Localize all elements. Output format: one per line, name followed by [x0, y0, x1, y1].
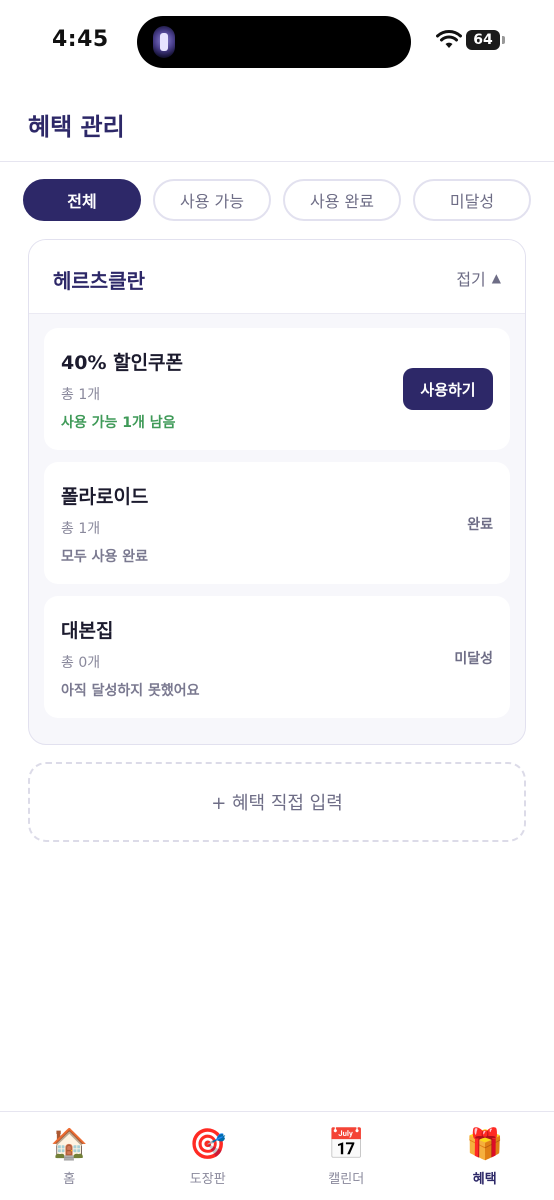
collapse-label: 접기 [456, 270, 486, 289]
benefit-status: 모두 사용 완료 [61, 549, 149, 565]
benefit-group-header: 헤르츠클란 접기 ▲ [29, 240, 525, 314]
dynamic-island [137, 16, 411, 68]
flashlight-icon [153, 26, 175, 58]
tab-available[interactable]: 사용 가능 [153, 179, 271, 221]
benefit-status: 사용 가능 1개 남음 [61, 415, 176, 431]
nav-item-calendar[interactable]: 📅 캘린더 [277, 1112, 415, 1200]
benefit-status: 아직 달성하지 못했어요 [61, 683, 200, 699]
completed-label: 완료 [467, 517, 493, 533]
house-icon: 🏠 [50, 1127, 88, 1162]
battery-icon: 64 [466, 30, 500, 50]
caret-up-icon: ▲ [491, 271, 501, 285]
collapse-toggle[interactable]: 접기 ▲ [456, 266, 501, 290]
not-achieved-label: 미달성 [454, 651, 493, 667]
nav-item-home[interactable]: 🏠 홈 [0, 1112, 138, 1200]
benefit-group-card: 헤르츠클란 접기 ▲ 40% 할인쿠폰 총 1개 사용 가능 1개 남음 사용하… [28, 239, 526, 745]
benefit-count: 총 1개 [61, 387, 101, 403]
benefit-name: 40% 할인쿠폰 [61, 352, 184, 374]
nav-label: 캘린더 [328, 1172, 365, 1187]
calendar-icon: 📅 [327, 1127, 365, 1162]
tab-all[interactable]: 전체 [23, 179, 141, 221]
benefit-item-coupon: 40% 할인쿠폰 총 1개 사용 가능 1개 남음 사용하기 [44, 328, 510, 450]
nav-label: 혜택 [472, 1172, 497, 1187]
benefit-item-script-book: 대본집 총 0개 아직 달성하지 못했어요 미달성 [44, 596, 510, 718]
benefit-count: 총 1개 [61, 521, 101, 537]
add-benefit-button[interactable]: + 혜택 직접 입력 [28, 762, 526, 842]
status-time: 4:45 [52, 27, 109, 52]
nav-item-benefits[interactable]: 🎁 혜택 [416, 1112, 554, 1200]
nav-label: 홈 [63, 1172, 76, 1187]
status-bar: 4:45 64 [0, 0, 554, 82]
filter-tabs: 전체 사용 가능 사용 완료 미달성 [23, 179, 531, 221]
benefit-name: 폴라로이드 [61, 486, 149, 508]
group-title: 헤르츠클란 [53, 269, 145, 293]
use-button[interactable]: 사용하기 [403, 368, 493, 410]
wifi-icon [436, 30, 462, 48]
nav-item-stamp-board[interactable]: 🎯 도장판 [139, 1112, 277, 1200]
benefit-item-polaroid: 폴라로이드 총 1개 모두 사용 완료 완료 [44, 462, 510, 584]
tab-used[interactable]: 사용 완료 [283, 179, 401, 221]
tab-not-achieved[interactable]: 미달성 [413, 179, 531, 221]
benefit-name: 대본집 [61, 620, 114, 642]
page-title: 혜택 관리 [28, 113, 125, 141]
dart-target-icon: 🎯 [189, 1127, 227, 1162]
benefit-count: 총 0개 [61, 655, 101, 671]
bottom-nav: 🏠 홈 🎯 도장판 📅 캘린더 🎁 혜택 [0, 1111, 554, 1200]
gift-icon: 🎁 [466, 1127, 504, 1162]
battery-tip [502, 36, 505, 44]
page-header: 혜택 관리 [0, 82, 554, 162]
nav-label: 도장판 [189, 1172, 226, 1187]
